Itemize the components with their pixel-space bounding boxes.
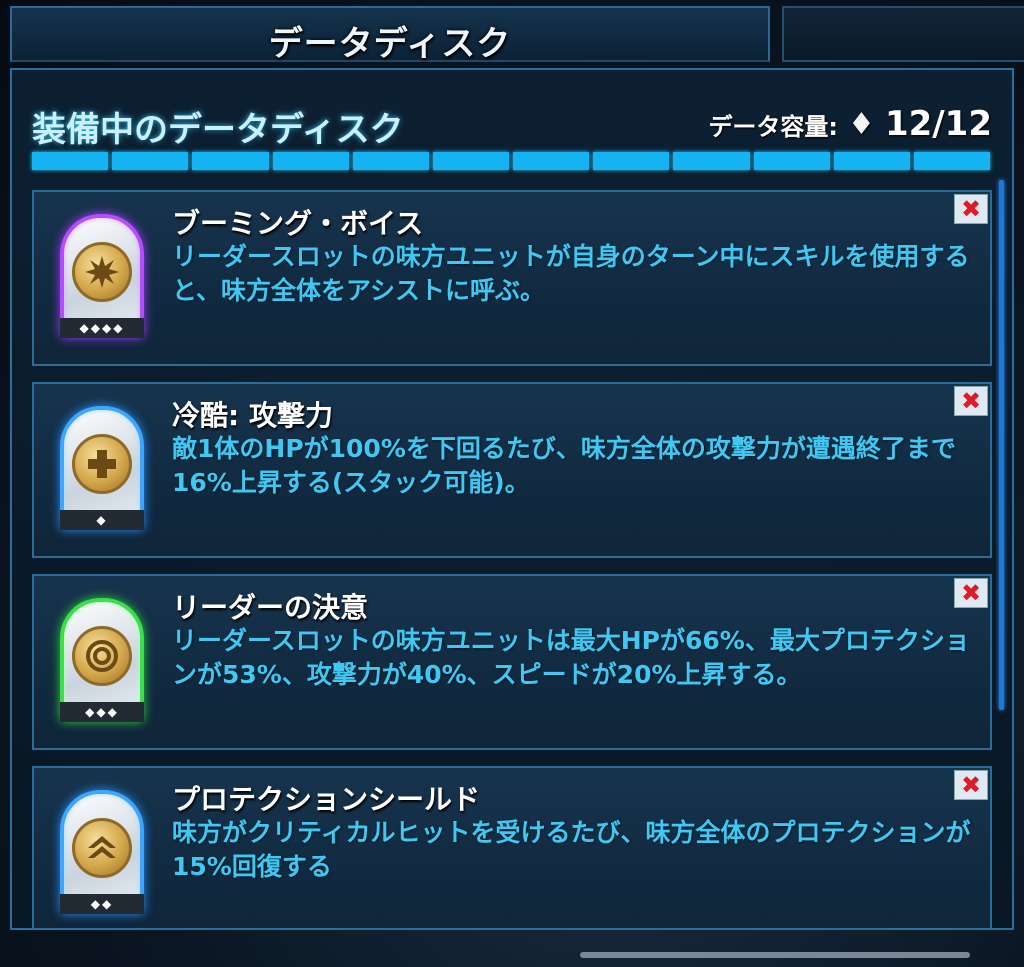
scrollbar[interactable] [999,180,1004,710]
rank-pips: ◆◆◆ [60,702,144,722]
capacity-segment [352,152,429,170]
rings-icon [72,626,132,686]
diamond-icon: ♦ [848,106,875,142]
capacity-segment [192,152,269,170]
rank-pips: ◆◆ [60,894,144,914]
capacity-segment [833,152,910,170]
disk-name: プロテクションシールド [172,783,481,816]
capacity-bar [32,152,991,170]
capacity-segment [32,152,109,170]
capacity-value: 12/12 [884,104,992,144]
plus-icon [72,434,132,494]
disk-name: ブーミング・ボイス [172,207,424,240]
disk-icon: ◆ [60,406,144,530]
chevron-up-icon [72,818,132,878]
equipped-disks-panel: 装備中のデータディスク データ容量: ♦ 12/12 ◆◆◆◆ ブーミング・ボイ… [10,68,1014,930]
remove-button[interactable]: ✖ [954,386,988,416]
section-title: 装備中のデータディスク [32,110,404,150]
disk-description: 敵1体のHPが100%を下回るたび、味方全体の攻撃力が遭遇終了まで16%上昇する… [172,434,956,497]
home-indicator [580,952,970,958]
tab-title: データディスク [268,24,512,64]
capacity-segment [753,152,830,170]
disk-description: リーダースロットの味方ユニットは最大HPが66%、最大プロテクションが53%、攻… [172,626,970,689]
remove-button[interactable]: ✖ [954,194,988,224]
capacity-segment [432,152,510,170]
rank-pips: ◆ [60,510,144,530]
burst-icon [72,242,132,302]
disk-description: 味方がクリティカルヒットを受けるたび、味方全体のプロテクションが15%回復する [172,818,971,881]
disk-card[interactable]: ◆◆ プロテクションシールド 味方がクリティカルヒットを受けるたび、味方全体のプ… [32,766,992,928]
disk-icon: ◆◆ [60,790,144,914]
capacity-indicator: データ容量: ♦ 12/12 [708,104,992,144]
disk-card[interactable]: ◆◆◆ リーダーの決意 リーダースロットの味方ユニットは最大HPが66%、最大プ… [32,574,992,750]
capacity-segment [112,152,189,170]
capacity-segment [513,152,590,170]
tab-data-disk[interactable]: データディスク [10,6,770,64]
rank-pips: ◆◆◆◆ [60,318,144,338]
remove-button[interactable]: ✖ [954,578,988,608]
disk-name: 冷酷: 攻撃力 [172,399,333,432]
disk-icon: ◆◆◆◆ [60,214,144,338]
capacity-label: データ容量: [708,112,839,141]
disk-name: リーダーの決意 [172,591,369,624]
disk-description: リーダースロットの味方ユニットが自身のターン中にスキルを使用すると、味方全体をア… [172,242,970,305]
capacity-segment [593,152,670,170]
capacity-segment [913,152,991,170]
remove-button[interactable]: ✖ [954,770,988,800]
disk-card[interactable]: ◆◆◆◆ ブーミング・ボイス リーダースロットの味方ユニットが自身のターン中にス… [32,190,992,366]
disk-icon: ◆◆◆ [60,598,144,722]
tab-secondary[interactable] [782,6,1024,62]
disk-card[interactable]: ◆ 冷酷: 攻撃力 敵1体のHPが100%を下回るたび、味方全体の攻撃力が遭遇終… [32,382,992,558]
capacity-segment [272,152,349,170]
capacity-segment [673,152,750,170]
